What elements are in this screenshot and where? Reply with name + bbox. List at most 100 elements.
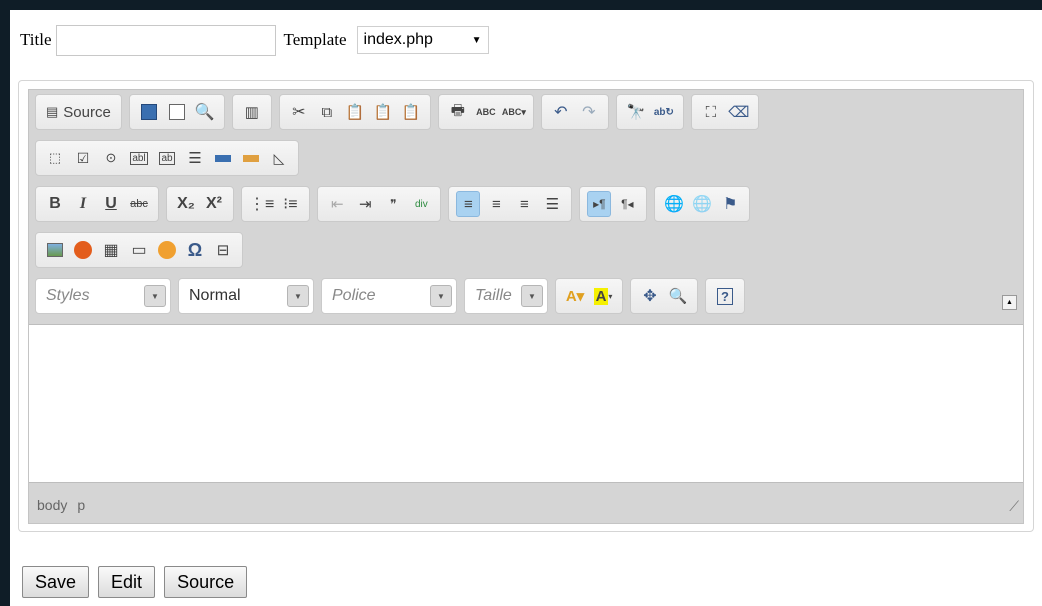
new-page-button[interactable]: [165, 99, 189, 125]
link-group: 🌐 🌐 ⚑: [654, 186, 751, 222]
print-icon: 🖶: [450, 101, 465, 119]
format-combo[interactable]: Normal ▼: [178, 278, 314, 314]
paste-button[interactable]: 📋: [343, 99, 367, 125]
table-button[interactable]: ▦: [99, 237, 123, 263]
styles-combo[interactable]: Styles ▼: [35, 278, 171, 314]
source-icon: ▤: [46, 104, 59, 119]
textarea-button[interactable]: ab: [155, 145, 179, 171]
replace-button[interactable]: ab↻: [652, 99, 676, 125]
redo-button[interactable]: ↷: [577, 99, 601, 125]
title-input[interactable]: [55, 24, 276, 56]
undo-button[interactable]: ↶: [549, 99, 573, 125]
hidden-field-button[interactable]: ◺: [267, 145, 291, 171]
italic-button[interactable]: I: [71, 191, 95, 217]
ltr-button[interactable]: ▸¶: [587, 191, 612, 217]
form-button-button[interactable]: [211, 145, 235, 171]
unlink-button[interactable]: 🌐: [690, 191, 714, 217]
flash-button[interactable]: [71, 237, 95, 263]
undo-group: ↶ ↷: [540, 94, 609, 130]
justify-icon: ☰: [545, 196, 560, 213]
cut-icon: ✂: [292, 104, 306, 121]
editor-frame: ▤ Source 🔍 ▥ ✂ ⧉ 📋 📋 📋 🖶 ABC ABC▾ ↶ ↷ 🔭 …: [18, 80, 1034, 532]
div-container-button[interactable]: div: [409, 191, 433, 217]
cut-button[interactable]: ✂: [287, 99, 311, 125]
align-right-button[interactable]: ≡: [512, 191, 536, 217]
path-body[interactable]: body: [37, 497, 67, 513]
superscript-button[interactable]: X²: [202, 191, 226, 217]
hidden-field-icon: ◺: [273, 149, 285, 166]
toolbar-row-5: Styles ▼ Normal ▼ Police ▼ Taillе ▼ A▾ A…: [35, 278, 752, 314]
radio-button[interactable]: ⊙: [99, 145, 123, 171]
bulleted-list-icon: ⁝≡: [283, 196, 298, 213]
checkbox-button[interactable]: ☑: [71, 145, 95, 171]
script-group: X₂ X²: [166, 186, 234, 222]
source-button[interactable]: ▤ Source: [43, 99, 114, 125]
justify-button[interactable]: ☰: [540, 191, 564, 217]
bold-button[interactable]: B: [43, 191, 67, 217]
rtl-button[interactable]: ¶◂: [615, 191, 639, 217]
source-button-label: Source: [63, 103, 111, 121]
font-combo[interactable]: Police ▼: [321, 278, 457, 314]
paste-text-button[interactable]: 📋: [371, 99, 395, 125]
page: Title Template index.php ▼ ▤ Source �: [10, 10, 1042, 606]
print-button[interactable]: 🖶: [446, 99, 470, 125]
strike-button[interactable]: abc: [127, 191, 151, 217]
smiley-button[interactable]: [155, 237, 179, 263]
button-icon: [215, 154, 231, 162]
indent-group: ⇤ ⇥ ❞ div: [317, 186, 442, 222]
text-color-button[interactable]: A▾: [563, 283, 587, 309]
special-char-button[interactable]: Ω: [183, 237, 207, 263]
paste-word-button[interactable]: 📋: [399, 99, 423, 125]
chevron-down-icon: ▼: [287, 285, 309, 307]
templates-group: ▥: [231, 94, 272, 130]
copy-button[interactable]: ⧉: [315, 99, 339, 125]
chevron-down-icon: ▼: [144, 285, 166, 307]
new-page-icon: [168, 104, 185, 120]
edit-button[interactable]: Edit: [98, 566, 156, 598]
align-left-button[interactable]: ≡: [456, 191, 481, 217]
size-combo[interactable]: Taillе ▼: [464, 278, 548, 314]
collapse-toolbar-button[interactable]: ▲: [1002, 295, 1017, 310]
blockquote-button[interactable]: ❞: [381, 191, 405, 217]
source-view-button[interactable]: Source: [164, 566, 248, 598]
editor-content-area[interactable]: [29, 324, 1023, 483]
image-button-button[interactable]: [239, 145, 263, 171]
image-button[interactable]: [43, 237, 67, 263]
horizontal-rule-button[interactable]: ▭: [127, 237, 151, 263]
bg-color-button[interactable]: A ▾: [591, 283, 615, 309]
about-button[interactable]: ?: [713, 283, 737, 309]
spellcheck-dropdown-button[interactable]: ABC▾: [502, 99, 526, 125]
page-break-button[interactable]: ⊟: [211, 237, 235, 263]
show-blocks-button[interactable]: 🔍: [666, 283, 690, 309]
anchor-button[interactable]: ⚑: [718, 191, 742, 217]
outdent-button[interactable]: ⇤: [325, 191, 349, 217]
preview-button[interactable]: 🔍: [193, 99, 217, 125]
numbered-list-button[interactable]: ⋮≡: [249, 191, 274, 217]
textfield-button[interactable]: abl: [127, 145, 151, 171]
align-center-button[interactable]: ≡: [484, 191, 508, 217]
remove-format-button[interactable]: ⌫: [727, 99, 751, 125]
select-field-button[interactable]: ☰: [183, 145, 207, 171]
templates-button[interactable]: ▥: [240, 99, 264, 125]
template-label: Template: [283, 30, 347, 49]
form-button[interactable]: ⬚: [43, 145, 67, 171]
checkbox-icon: ☑: [76, 149, 90, 166]
basic-styles-group: B I U abc: [35, 186, 159, 222]
find-icon: 🔭: [626, 104, 646, 121]
maximize-button[interactable]: ✥: [638, 283, 662, 309]
spellcheck-button[interactable]: ABC: [474, 99, 498, 125]
save-button[interactable]: Save: [22, 566, 90, 598]
bulleted-list-button[interactable]: ⁝≡: [278, 191, 302, 217]
path-p[interactable]: p: [77, 497, 85, 513]
save-tool-button[interactable]: [137, 99, 161, 125]
template-select[interactable]: index.php ▼: [356, 26, 489, 54]
title-label: Title: [20, 30, 52, 49]
toolbar-row-4: ▦ ▭ Ω ⊟: [35, 232, 250, 268]
select-all-button[interactable]: ⛶: [699, 99, 723, 125]
find-button[interactable]: 🔭: [624, 99, 648, 125]
resize-handle-icon[interactable]: ⟋: [1009, 498, 1019, 515]
underline-button[interactable]: U: [99, 191, 123, 217]
indent-button[interactable]: ⇥: [353, 191, 377, 217]
subscript-button[interactable]: X₂: [174, 191, 198, 217]
link-button[interactable]: 🌐: [662, 191, 686, 217]
